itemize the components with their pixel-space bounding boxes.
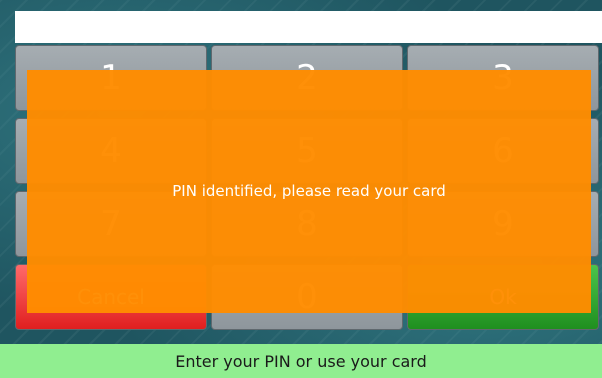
overlay-message: PIN identified, please read your card <box>172 181 446 200</box>
status-text: Enter your PIN or use your card <box>175 351 427 371</box>
pin-identified-overlay: PIN identified, please read your card <box>27 70 591 313</box>
pin-input[interactable] <box>15 11 602 43</box>
status-bar: Enter your PIN or use your card <box>0 344 602 378</box>
